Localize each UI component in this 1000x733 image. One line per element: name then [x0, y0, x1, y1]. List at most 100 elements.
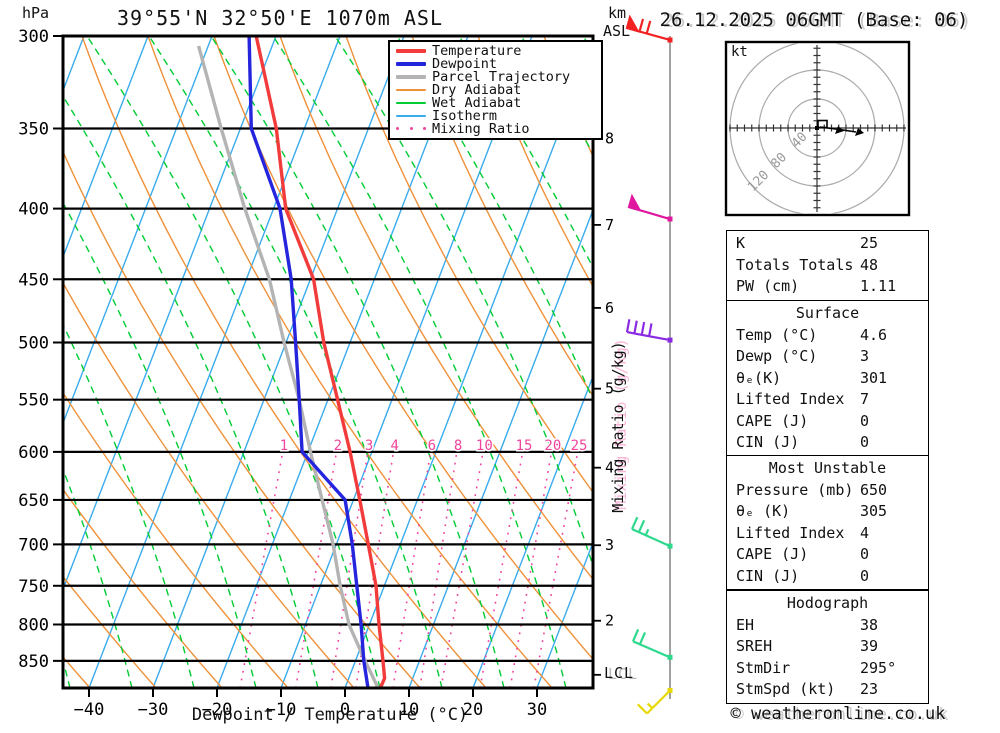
row-value: 295° [860, 658, 897, 677]
table-row: Pressure (mb) 650 [727, 480, 928, 502]
row-label: K [736, 234, 746, 252]
svg-text:700: 700 [18, 535, 49, 555]
mixing-ratio-axis-label: Mixing Ratio (g/kg) [609, 341, 627, 513]
svg-text:800: 800 [18, 615, 49, 635]
svg-text:8: 8 [605, 130, 614, 148]
date-header: 26.12.2025 06GMT (Base: 06) [659, 9, 969, 31]
svg-text:3: 3 [365, 438, 373, 454]
svg-text:750: 750 [18, 577, 49, 597]
surface-panel: Surface Temp (°C) 4.6 Dewp (°C) 3 θₑ(K) 301 Lif… [726, 300, 929, 457]
row-label: CAPE (J) [736, 545, 809, 563]
row-label: Dewp (°C) [736, 347, 818, 365]
row-value: 305 [860, 502, 888, 520]
table-row: CIN (J) 0 [727, 432, 928, 454]
row-value: 3 [860, 347, 870, 365]
lcl-label: LCL [604, 664, 635, 682]
table-row: Lifted Index 7 [727, 389, 928, 411]
chart-title: 39°55'N 32°50'E 1070m ASL [116, 6, 444, 30]
svg-text:10: 10 [476, 438, 493, 454]
copyright: © weatheronline.co.uk [730, 704, 946, 724]
svg-text:20: 20 [544, 438, 561, 454]
table-row: CAPE (J) 0 [727, 411, 928, 433]
row-value: 7 [860, 390, 870, 408]
table-row: PW (cm) 1.11 [727, 276, 928, 298]
most-unstable-panel: Most Unstable Pressure (mb) 650 θₑ (K) 305 Li… [726, 455, 929, 590]
svg-text:2: 2 [334, 438, 342, 454]
table-row: StmDir 295° [727, 658, 928, 680]
wet-adiabat-swatch-icon [396, 101, 426, 104]
row-value: 0 [860, 411, 870, 430]
row-value: 650 [860, 480, 888, 499]
panel-title: Most Unstable [768, 459, 887, 477]
svg-text:850: 850 [18, 652, 49, 672]
row-label: Temp (°C) [736, 325, 818, 344]
wind-barb-column [625, 14, 673, 715]
hodograph-unit-label: kt [731, 44, 748, 60]
row-label: CAPE (J) [736, 411, 809, 430]
svg-text:4: 4 [391, 438, 399, 454]
parcel-trajectory-curve [196, 45, 380, 688]
table-row: CIN (J) 0 [727, 566, 928, 588]
legend-item-label: Mixing Ratio [432, 120, 530, 137]
row-value: 48 [860, 255, 879, 274]
row-label: Pressure (mb) [736, 480, 854, 499]
km-unit-label: km [608, 4, 627, 22]
row-value: 38 [860, 615, 879, 634]
table-row: SREH 39 [727, 636, 928, 658]
row-value: 4.6 [860, 325, 888, 344]
row-label: StmSpd (kt) [736, 680, 836, 698]
row-label: CIN (J) [736, 433, 800, 451]
row-label: Totals Totals [736, 255, 854, 274]
svg-text:2: 2 [605, 612, 614, 630]
table-row: Temp (°C) 4.6 [727, 325, 928, 347]
row-label: EH [736, 615, 755, 634]
svg-text:650: 650 [18, 491, 49, 511]
dry-adiabat-swatch-icon [396, 88, 426, 91]
row-label: PW (cm) [736, 277, 800, 295]
wind-barb-icon [630, 516, 673, 549]
svg-text:15: 15 [516, 438, 533, 454]
svg-text:300: 300 [18, 27, 49, 47]
svg-text:7: 7 [605, 216, 614, 234]
legend-item: Wet Adiabat [396, 95, 601, 111]
svg-text:550: 550 [18, 391, 49, 411]
hodograph-panel: Hodograph EH 38 SREH 39 StmDir 295° StmSpd (kt)… [726, 590, 929, 704]
isotherm-swatch-icon [396, 114, 426, 117]
svg-text:350: 350 [18, 119, 49, 139]
svg-text:450: 450 [18, 270, 49, 290]
row-label: θₑ(K) [736, 368, 782, 387]
table-row: EH 38 [727, 615, 928, 637]
row-value: 25 [860, 234, 879, 252]
row-value: 0 [860, 566, 870, 585]
legend: Temperature Dewpoint Parcel Trajectory Dry … [388, 40, 603, 140]
x-axis-label: Dewpoint / Temperature (°C) [191, 705, 469, 725]
row-label: SREH [736, 637, 773, 655]
parcel-trajectory-swatch-icon [396, 74, 426, 79]
row-label: StmDir [736, 658, 791, 677]
mixing-ratio-swatch-icon [396, 127, 426, 130]
table-row: CAPE (J) 0 [727, 544, 928, 566]
svg-text:8: 8 [454, 438, 462, 454]
row-value: 0 [860, 433, 870, 451]
mixing-ratio-lines [239, 449, 579, 688]
svg-text:600: 600 [18, 443, 49, 463]
row-label: CIN (J) [736, 566, 800, 585]
temperature-swatch-icon [396, 48, 426, 53]
svg-text:6: 6 [428, 438, 436, 454]
table-row: Dewp (°C) 3 [727, 346, 928, 368]
pressure-axis: 300 350 400 450 500 550 600 650 700 750 800 850 [18, 27, 63, 672]
svg-text:500: 500 [18, 333, 49, 353]
svg-text:25: 25 [571, 438, 588, 454]
wind-barb-icon [637, 687, 673, 715]
row-label: Lifted Index [736, 390, 845, 408]
asl-unit-label: ASL [603, 22, 631, 40]
table-row: StmSpd (kt) 23 [727, 679, 928, 701]
row-value: 4 [860, 523, 870, 542]
table-row: θₑ (K) 305 [727, 501, 928, 523]
wind-barb-icon [631, 628, 673, 660]
row-value: 39 [860, 637, 879, 655]
row-value: 301 [860, 368, 888, 387]
table-row: Totals Totals 48 [727, 255, 928, 277]
panel-title: Hodograph [786, 594, 869, 612]
table-row: K 25 [727, 233, 928, 255]
